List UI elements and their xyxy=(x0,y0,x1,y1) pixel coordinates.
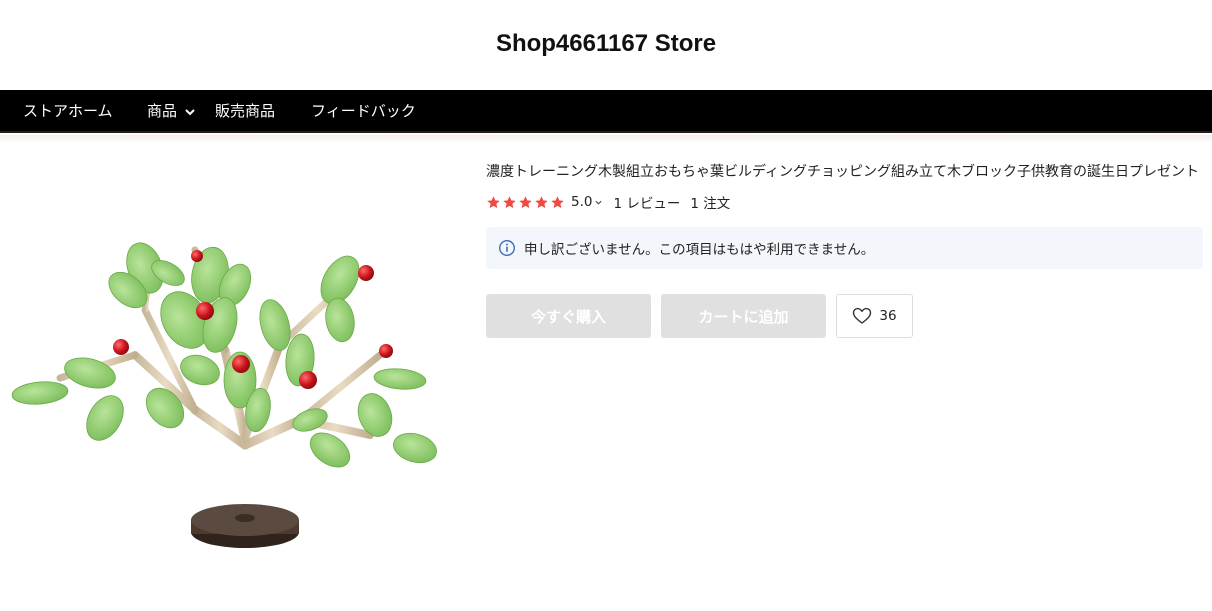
nav-store-home[interactable]: ストアホーム xyxy=(23,90,113,133)
store-name: Shop4661167 Store xyxy=(495,30,717,57)
notice-text: 申し訳ございません。この項目はもはや利用できません。 xyxy=(524,242,875,258)
nav-sale-items[interactable]: 販売商品 xyxy=(215,90,275,133)
buy-now-label: 今すぐ購入 xyxy=(530,307,606,326)
chevron-down-icon xyxy=(185,108,195,115)
star-icon xyxy=(535,195,548,208)
add-to-cart-button[interactable]: カートに追加 xyxy=(661,294,826,338)
navbar-shadow xyxy=(0,135,1212,143)
heart-icon xyxy=(853,307,872,324)
nav-products-label: 商品 xyxy=(147,102,178,120)
store-header: Shop4661167 Store xyxy=(0,0,1212,90)
nav-sale-items-label: 販売商品 xyxy=(215,102,276,120)
rating-row: 5.0 1 レビュー 1 注文 xyxy=(486,192,730,212)
star-icon xyxy=(551,195,564,208)
reviews-count[interactable]: 1 レビュー xyxy=(613,192,680,212)
star-icon xyxy=(503,195,516,208)
product-image xyxy=(11,242,437,548)
unavailable-notice: 申し訳ございません。この項目はもはや利用できません。 xyxy=(486,227,1203,269)
orders-count: 1 注文 xyxy=(690,196,731,212)
chevron-down-icon[interactable] xyxy=(594,198,603,207)
wishlist-button[interactable]: 36 xyxy=(836,294,913,338)
wishlist-count: 36 xyxy=(879,308,897,324)
star-icon xyxy=(519,195,532,208)
product-title: 濃度トレーニング木製組立おもちゃ葉ビルディングチョッピング組み立て木ブロック子供… xyxy=(486,164,1200,180)
rating-stars xyxy=(486,195,565,210)
nav-feedback[interactable]: フィードバック xyxy=(311,90,416,133)
star-icon xyxy=(487,195,500,208)
rating-value[interactable]: 5.0 xyxy=(571,194,592,210)
nav-products-dropdown[interactable]: 商品 xyxy=(147,90,197,133)
nav-feedback-label: フィードバック xyxy=(311,102,416,120)
buy-now-button[interactable]: 今すぐ購入 xyxy=(486,294,651,338)
nav-store-home-label: ストアホーム xyxy=(23,102,113,120)
info-icon xyxy=(498,239,516,257)
add-to-cart-label: カートに追加 xyxy=(698,307,789,326)
store-navbar: ストアホーム 商品 販売商品 フィードバック xyxy=(0,90,1212,133)
